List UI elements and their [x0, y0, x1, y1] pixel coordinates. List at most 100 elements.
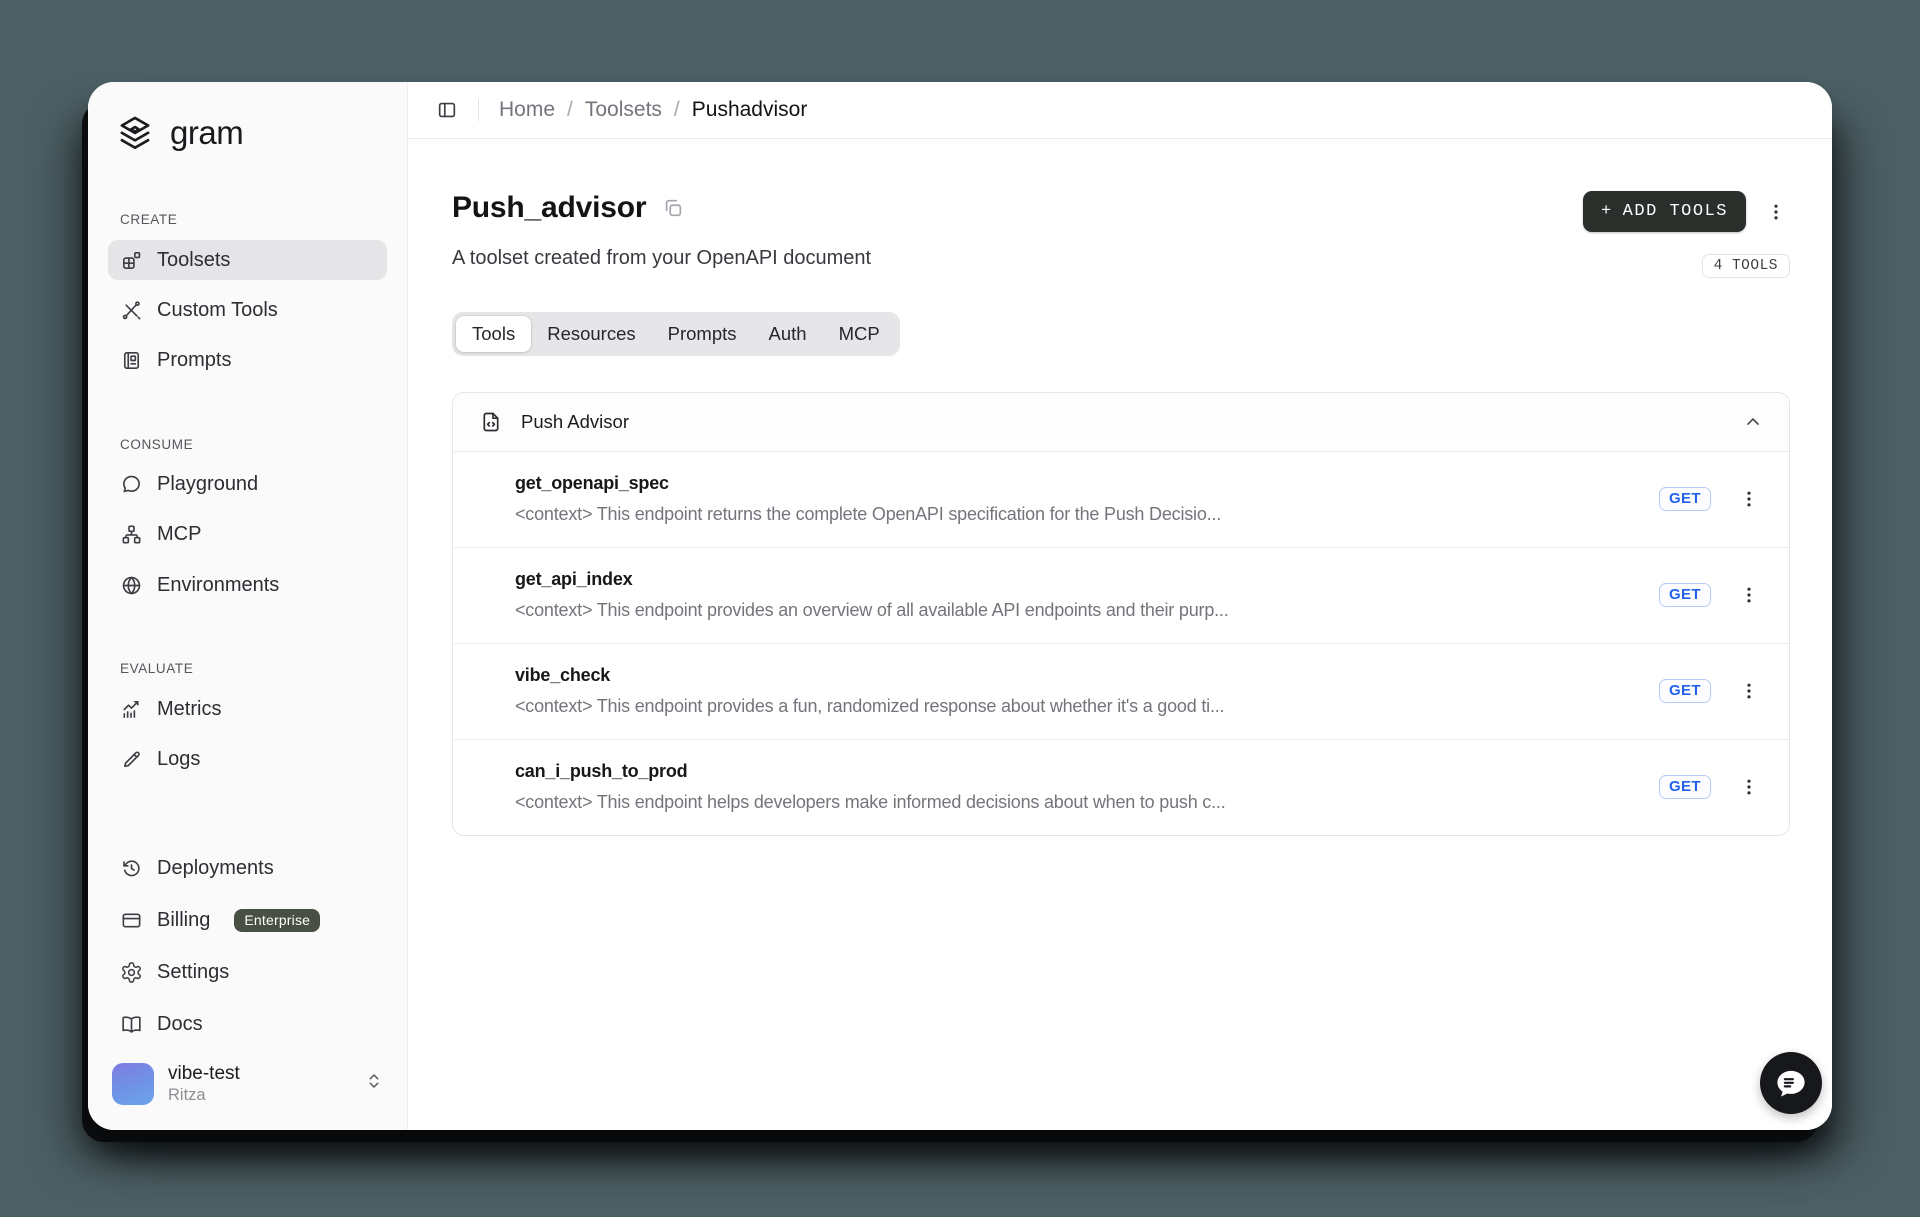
toolset-card: Push Advisor get_openapi_spec <context> … [452, 392, 1790, 836]
tab-auth[interactable]: Auth [753, 316, 823, 352]
sidebar-item-docs[interactable]: Docs [108, 1004, 387, 1046]
page-description: A toolset created from your OpenAPI docu… [452, 247, 871, 270]
book-icon [120, 1013, 143, 1036]
file-code-icon [479, 410, 503, 434]
sidebar: gram CREATE Toolsets Custom Tools [88, 82, 408, 1130]
sidebar-item-environments[interactable]: Environments [108, 565, 387, 605]
tool-row: get_api_index <context> This endpoint pr… [453, 547, 1789, 643]
billing-card-icon [120, 909, 143, 932]
account-info: vibe-test Ritza [168, 1062, 240, 1106]
topbar: Home / Toolsets / Pushadvisor [408, 82, 1832, 139]
sidebar-item-label: Environments [157, 574, 279, 597]
sidebar-item-metrics[interactable]: Metrics [108, 689, 387, 729]
tool-row: can_i_push_to_prod <context> This endpoi… [453, 739, 1789, 835]
toolsets-icon [120, 249, 143, 272]
tool-name: get_api_index [515, 569, 1629, 590]
sidebar-item-label: Logs [157, 748, 200, 771]
tab-prompts[interactable]: Prompts [652, 316, 753, 352]
method-badge: GET [1659, 487, 1711, 511]
page-header-right: + ADD TOOLS 4 TOOLS [1583, 191, 1790, 278]
tool-kebab-menu-icon[interactable] [1735, 485, 1763, 513]
environments-icon [120, 574, 143, 597]
sidebar-item-logs[interactable]: Logs [108, 739, 387, 779]
tool-kebab-menu-icon[interactable] [1735, 677, 1763, 705]
deployments-history-icon [120, 857, 143, 880]
toolset-card-header: Push Advisor [453, 393, 1789, 452]
breadcrumb-separator: / [567, 98, 573, 122]
sidebar-item-label: MCP [157, 523, 201, 546]
sidebar-item-playground[interactable]: Playground [108, 465, 387, 505]
nav-section-label-create: CREATE [120, 212, 375, 227]
tool-kebab-menu-icon[interactable] [1735, 581, 1763, 609]
chevrons-up-down-icon [365, 1072, 383, 1095]
account-name: vibe-test [168, 1062, 240, 1086]
breadcrumb-home[interactable]: Home [499, 98, 555, 122]
tool-info: get_api_index <context> This endpoint pr… [515, 569, 1659, 621]
method-badge: GET [1659, 583, 1711, 607]
sidebar-item-deployments[interactable]: Deployments [108, 848, 387, 890]
nav-section-label-consume: CONSUME [120, 437, 375, 452]
tool-info: can_i_push_to_prod <context> This endpoi… [515, 761, 1659, 813]
tool-row: get_openapi_spec <context> This endpoint… [453, 452, 1789, 547]
sidebar-item-settings[interactable]: Settings [108, 952, 387, 994]
tab-tools[interactable]: Tools [456, 316, 531, 352]
enterprise-badge: Enterprise [234, 909, 320, 932]
tool-kebab-menu-icon[interactable] [1735, 773, 1763, 801]
app-logo: gram [114, 112, 381, 154]
account-switcher[interactable]: vibe-test Ritza [108, 1056, 387, 1108]
sidebar-item-label: Settings [157, 961, 229, 984]
sidebar-item-custom-tools[interactable]: Custom Tools [108, 290, 387, 330]
sidebar-item-toolsets[interactable]: Toolsets [108, 240, 387, 280]
tool-info: get_openapi_spec <context> This endpoint… [515, 473, 1659, 525]
page-title: Push_advisor [452, 191, 646, 225]
copy-icon[interactable] [662, 197, 684, 219]
chat-bubble-icon [1773, 1065, 1809, 1101]
custom-tools-icon [120, 299, 143, 322]
sidebar-item-billing[interactable]: Billing Enterprise [108, 900, 387, 942]
add-tools-button[interactable]: + ADD TOOLS [1583, 191, 1746, 232]
tool-description: <context> This endpoint provides an over… [515, 600, 1295, 621]
page-header-left: Push_advisor A toolset created from your… [452, 191, 871, 270]
sidebar-item-label: Metrics [157, 698, 221, 721]
tool-name: get_openapi_spec [515, 473, 1629, 494]
tab-bar: Tools Resources Prompts Auth MCP [452, 312, 900, 356]
tools-count-badge: 4 TOOLS [1702, 254, 1790, 278]
sidebar-item-label: Custom Tools [157, 299, 278, 322]
tab-mcp[interactable]: MCP [823, 316, 896, 352]
sidebar-item-label: Prompts [157, 349, 231, 372]
tool-name: can_i_push_to_prod [515, 761, 1629, 782]
account-org: Ritza [168, 1085, 240, 1106]
chevron-up-icon[interactable] [1743, 412, 1763, 432]
gear-icon [120, 961, 143, 984]
app-window: gram CREATE Toolsets Custom Tools [88, 82, 1832, 1130]
tool-description: <context> This endpoint returns the comp… [515, 504, 1295, 525]
nav-section-label-evaluate: EVALUATE [120, 661, 375, 676]
breadcrumb-separator: / [674, 98, 680, 122]
sidebar-item-label: Docs [157, 1013, 203, 1036]
playground-icon [120, 473, 143, 496]
sidebar-toggle-icon[interactable] [436, 99, 458, 121]
sidebar-footer-group: Deployments Billing Enterprise [108, 848, 387, 1056]
tool-info: vibe_check <context> This endpoint provi… [515, 665, 1659, 717]
sidebar-item-mcp[interactable]: MCP [108, 515, 387, 555]
add-tools-label: ADD TOOLS [1623, 202, 1728, 221]
prompts-icon [120, 349, 143, 372]
logs-icon [120, 748, 143, 771]
method-badge: GET [1659, 679, 1711, 703]
tab-resources[interactable]: Resources [531, 316, 651, 352]
page-header: Push_advisor A toolset created from your… [452, 191, 1790, 278]
plus-icon: + [1601, 202, 1613, 221]
mcp-icon [120, 523, 143, 546]
page-kebab-menu-icon[interactable] [1762, 198, 1790, 226]
breadcrumb: Home / Toolsets / Pushadvisor [499, 98, 807, 122]
method-badge: GET [1659, 775, 1711, 799]
breadcrumb-current: Pushadvisor [692, 98, 808, 122]
breadcrumb-toolsets[interactable]: Toolsets [585, 98, 662, 122]
chat-widget-button[interactable] [1760, 1052, 1822, 1114]
tool-description: <context> This endpoint helps developers… [515, 792, 1295, 813]
tool-name: vibe_check [515, 665, 1629, 686]
topbar-divider [478, 99, 479, 121]
sidebar-item-prompts[interactable]: Prompts [108, 340, 387, 380]
sidebar-item-label: Deployments [157, 857, 274, 880]
metrics-icon [120, 698, 143, 721]
